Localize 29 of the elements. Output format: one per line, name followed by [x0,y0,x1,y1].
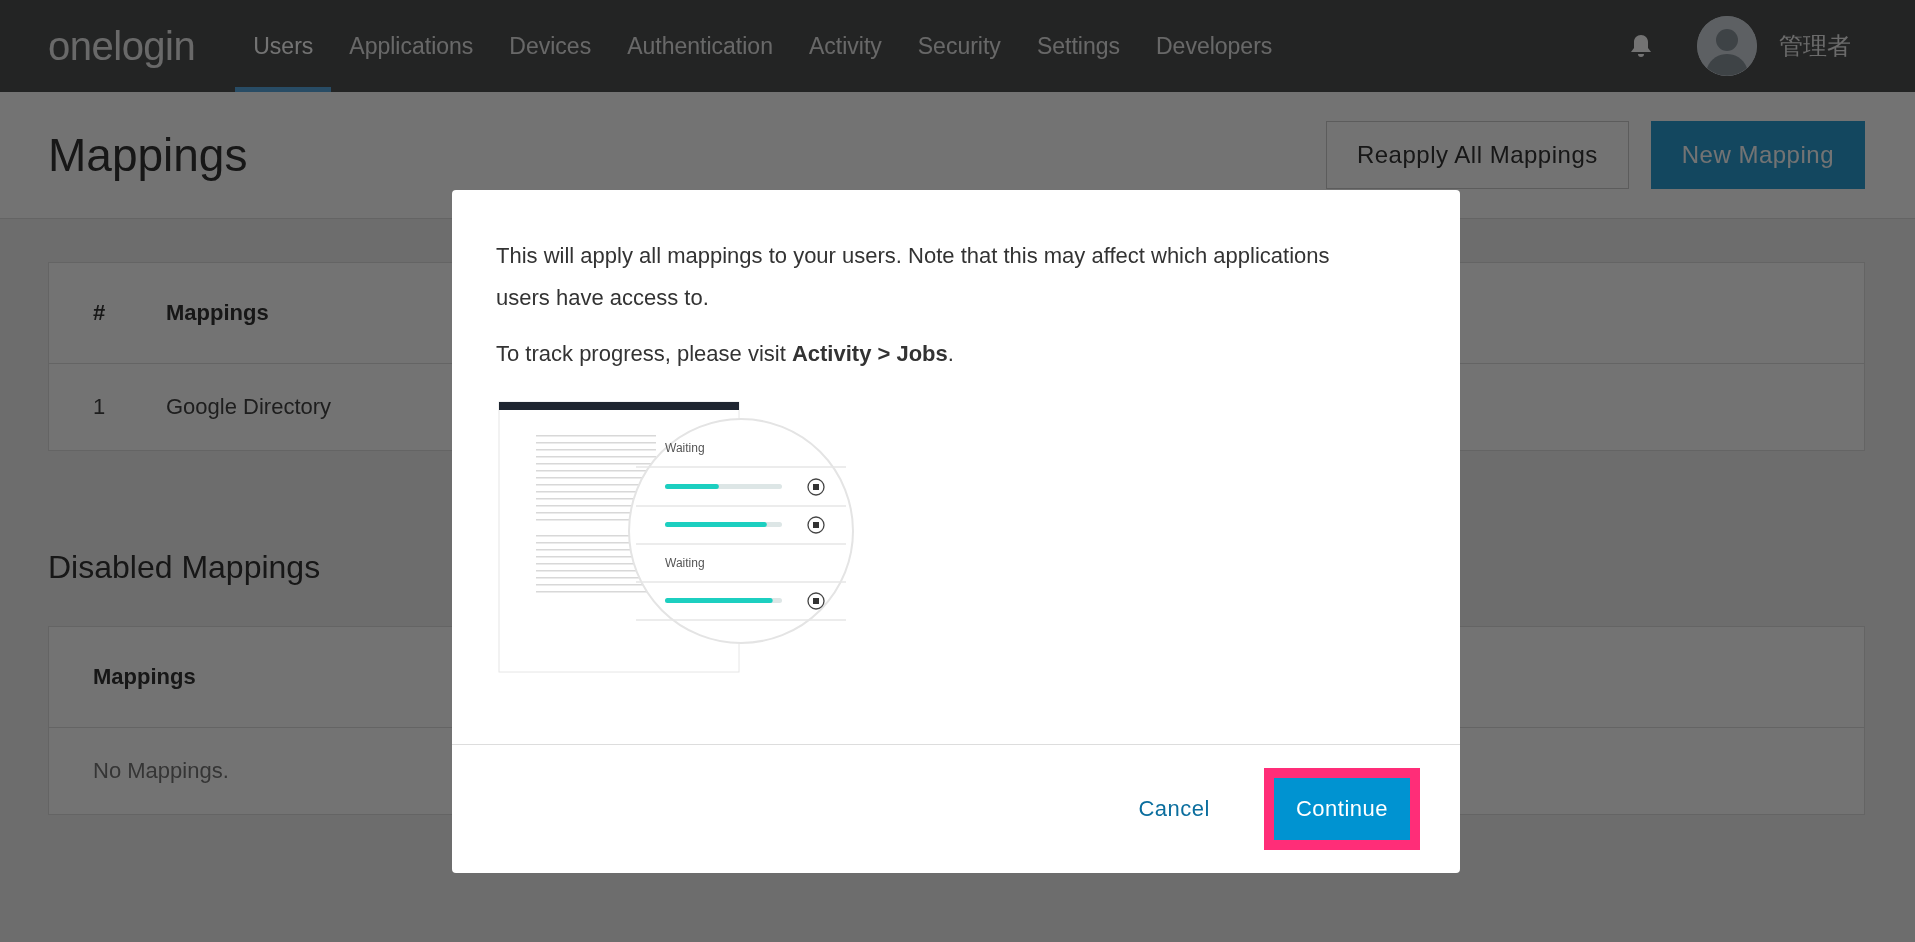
avatar-icon[interactable] [1697,16,1757,76]
stop-icon [807,478,825,496]
dialog-text: This will apply all mappings to your users. Note that this may affect which applications users have access to. [496,242,1331,312]
cancel-button[interactable]: Cancel [1124,786,1224,832]
nav-tab[interactable]: Applications [331,0,492,92]
column-header: Mappings [92,664,196,690]
logo[interactable]: onelogin [48,23,196,69]
nav-tab[interactable]: Developers [1138,0,1291,92]
nav-tab[interactable]: Devices [491,0,610,92]
status-label: Waiting [665,441,705,455]
stop-icon [807,592,825,610]
new-mapping-button[interactable]: New Mapping [1650,121,1865,189]
bell-icon[interactable] [1629,33,1653,59]
table-cell[interactable]: Google Directory [166,394,332,420]
column-header: Mappings [166,300,269,326]
status-label: Waiting [665,556,705,570]
nav-tab[interactable]: Authentication [609,0,791,92]
reapply-button[interactable]: Reapply All Mappings [1325,121,1629,189]
user-name[interactable]: 管理者 [1779,30,1851,62]
page-title: Mappings [48,128,249,182]
dialog-text: To track progress, please visit Activity > Jobs. [496,340,955,368]
nav-tab[interactable]: Settings [1018,0,1138,92]
nav-tab[interactable]: Activity [790,0,900,92]
column-header: # [92,300,107,326]
stop-icon [807,516,825,534]
table-cell-text: 1 [92,394,107,420]
nav-tab[interactable]: Security [899,0,1019,92]
section-title: Disabled Mappings [48,549,321,586]
empty-message: No Mappings. [92,758,229,784]
